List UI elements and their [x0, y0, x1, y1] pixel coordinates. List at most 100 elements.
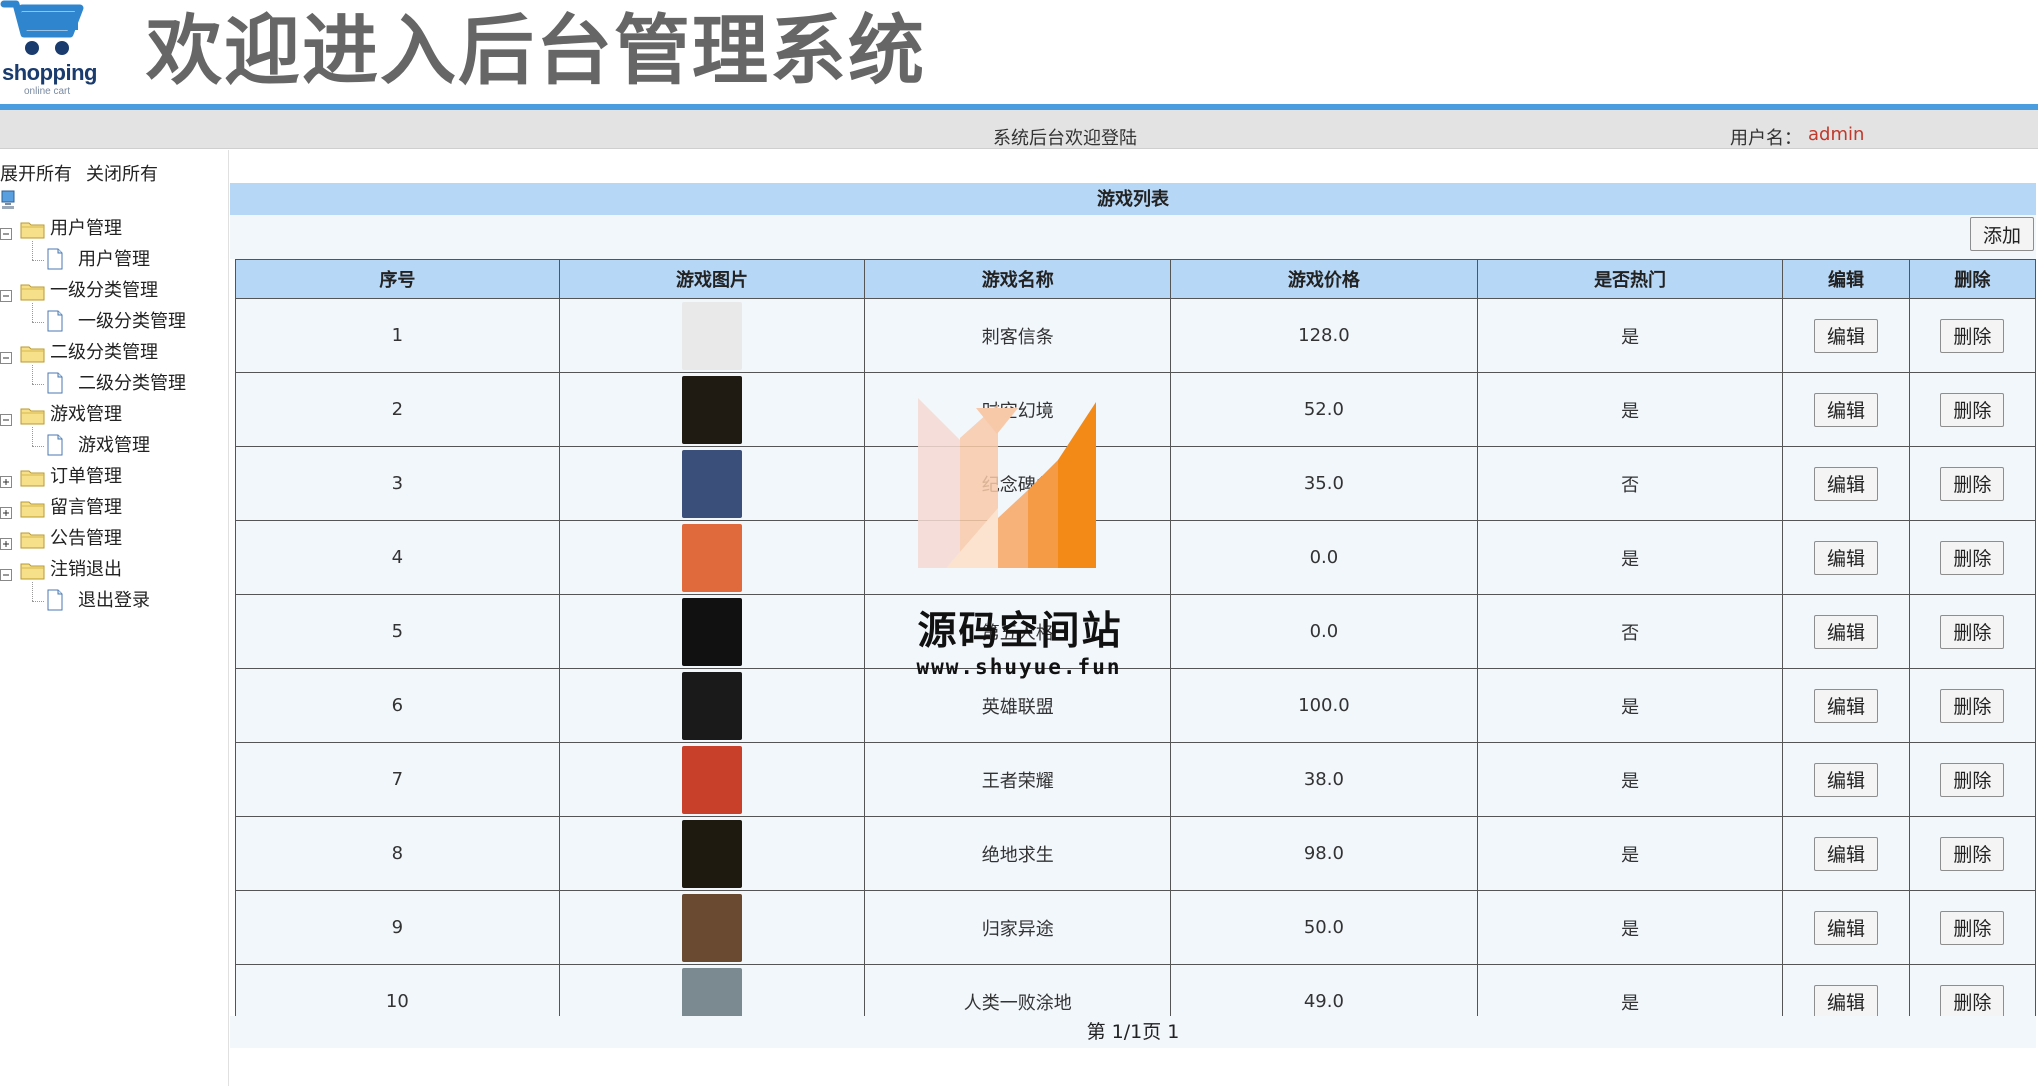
folder-icon: [20, 219, 46, 239]
delete-button[interactable]: 删除: [1940, 836, 2005, 871]
cell-index: 7: [235, 742, 560, 817]
collapse-toggle-icon[interactable]: [0, 408, 12, 426]
cell-image: [558, 372, 866, 447]
sidebar-group-label[interactable]: 公告管理: [50, 526, 122, 552]
cell-delete: 删除: [1908, 816, 2037, 891]
sidebar-group[interactable]: 用户管理: [0, 216, 228, 242]
cell-price: 98.0: [1170, 816, 1478, 891]
cell-index: 2: [235, 372, 560, 447]
expand-toggle-icon[interactable]: [0, 470, 12, 488]
username-label: 用户名：: [1730, 128, 1802, 149]
sidebar-group[interactable]: 游戏管理: [0, 402, 228, 428]
sidebar-group-label[interactable]: 一级分类管理: [50, 278, 158, 304]
file-icon: [46, 248, 64, 270]
cell-price: 35.0: [1170, 446, 1478, 521]
game-thumbnail-image: [682, 819, 743, 888]
sidebar-item-label[interactable]: 用户管理: [78, 247, 150, 273]
delete-button[interactable]: 删除: [1940, 688, 2005, 723]
sidebar-item-label[interactable]: 退出登录: [78, 588, 150, 614]
folder-icon: [20, 467, 46, 487]
sidebar-group-label[interactable]: 二级分类管理: [50, 340, 158, 366]
delete-button[interactable]: 删除: [1940, 540, 2005, 575]
sidebar-item[interactable]: 退出登录: [0, 582, 228, 614]
add-game-button[interactable]: 添加: [1970, 217, 2034, 251]
watermark-url: www.shuyue.fun: [916, 655, 1122, 679]
cell-hot: 是: [1476, 742, 1784, 817]
sidebar-item[interactable]: 二级分类管理: [0, 365, 228, 397]
delete-button[interactable]: 删除: [1940, 910, 2005, 945]
sidebar-item-label[interactable]: 二级分类管理: [78, 371, 186, 397]
cell-index: 5: [235, 594, 560, 669]
cell-index: 8: [235, 816, 560, 891]
edit-button[interactable]: 编辑: [1814, 540, 1879, 575]
sidebar-item[interactable]: 一级分类管理: [0, 303, 228, 335]
cell-edit: 编辑: [1782, 890, 1910, 965]
collapse-toggle-icon[interactable]: [0, 346, 12, 364]
cell-edit: 编辑: [1782, 520, 1910, 595]
computer-icon: [1, 190, 15, 209]
delete-button[interactable]: 删除: [1940, 762, 2005, 797]
sidebar-group[interactable]: 公告管理: [0, 526, 228, 552]
edit-button[interactable]: 编辑: [1814, 688, 1879, 723]
game-thumbnail-image: [682, 375, 743, 444]
collapse-toggle-icon[interactable]: [0, 222, 12, 240]
delete-button[interactable]: 删除: [1940, 614, 2005, 649]
column-header-delete: 删除: [1908, 259, 2037, 299]
cell-price: 128.0: [1170, 298, 1478, 373]
sidebar-group-label[interactable]: 用户管理: [50, 216, 122, 242]
sidebar-group[interactable]: 二级分类管理: [0, 340, 228, 366]
sidebar-group-label[interactable]: 游戏管理: [50, 402, 122, 428]
cell-edit: 编辑: [1782, 372, 1910, 447]
edit-button[interactable]: 编辑: [1814, 466, 1879, 501]
file-icon: [46, 589, 64, 611]
cell-hot: 是: [1476, 668, 1784, 743]
collapse-all-link[interactable]: 关闭所有: [86, 160, 158, 186]
cell-delete: 删除: [1908, 594, 2037, 669]
delete-button[interactable]: 删除: [1940, 466, 2005, 501]
welcome-bar: 系统后台欢迎登陆 用户名： admin: [0, 110, 2038, 149]
delete-button[interactable]: 删除: [1940, 392, 2005, 427]
expand-toggle-icon[interactable]: [0, 532, 12, 550]
game-thumbnail-image: [682, 893, 743, 962]
file-icon: [46, 310, 64, 332]
collapse-toggle-icon[interactable]: [0, 563, 12, 581]
cell-edit: 编辑: [1782, 594, 1910, 669]
sidebar-group-label[interactable]: 订单管理: [50, 464, 122, 490]
edit-button[interactable]: 编辑: [1814, 318, 1879, 353]
sidebar-item[interactable]: 游戏管理: [0, 427, 228, 459]
sidebar-group[interactable]: 一级分类管理: [0, 278, 228, 304]
sidebar-group[interactable]: 留言管理: [0, 495, 228, 521]
edit-button[interactable]: 编辑: [1814, 910, 1879, 945]
sidebar-group[interactable]: 订单管理: [0, 464, 228, 490]
delete-button[interactable]: 删除: [1940, 318, 2005, 353]
table-row: 9 归家异途 50.0 是编辑 删除: [235, 890, 2037, 965]
sidebar-item-label[interactable]: 一级分类管理: [78, 309, 186, 335]
column-header-hot: 是否热门: [1476, 259, 1784, 299]
edit-button[interactable]: 编辑: [1814, 762, 1879, 797]
header: shopping online cart 欢迎进入后台管理系统: [0, 0, 2038, 110]
game-thumbnail-image: [682, 745, 743, 814]
game-thumbnail-image: [682, 671, 743, 740]
edit-button[interactable]: 编辑: [1814, 984, 1879, 1019]
sidebar-group-label[interactable]: 注销退出: [50, 557, 122, 583]
collapse-toggle-icon[interactable]: [0, 284, 12, 302]
sidebar-group-label[interactable]: 留言管理: [50, 495, 122, 521]
delete-button[interactable]: 删除: [1940, 984, 2005, 1019]
folder-icon: [20, 281, 46, 301]
sidebar-group[interactable]: 注销退出: [0, 557, 228, 583]
sidebar-item[interactable]: 用户管理: [0, 241, 228, 273]
table-row: 1 刺客信条 128.0 是编辑 删除: [235, 298, 2037, 373]
edit-button[interactable]: 编辑: [1814, 836, 1879, 871]
file-icon: [46, 434, 64, 456]
expand-all-link[interactable]: 展开所有: [0, 160, 72, 186]
game-thumbnail-image: [682, 597, 743, 666]
page-title: 欢迎进入后台管理系统: [146, 6, 926, 95]
edit-button[interactable]: 编辑: [1814, 392, 1879, 427]
cell-index: 4: [235, 520, 560, 595]
edit-button[interactable]: 编辑: [1814, 614, 1879, 649]
cell-image: [558, 520, 866, 595]
expand-toggle-icon[interactable]: [0, 501, 12, 519]
folder-icon: [20, 498, 46, 518]
sidebar-item-label[interactable]: 游戏管理: [78, 433, 150, 459]
cell-image: [558, 742, 866, 817]
